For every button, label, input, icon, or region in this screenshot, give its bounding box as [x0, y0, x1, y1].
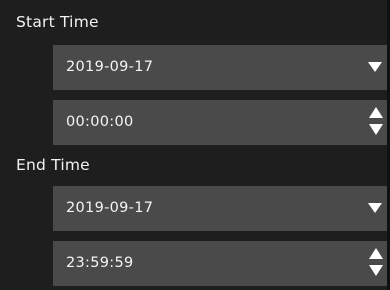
start-time-label: Start Time: [16, 13, 99, 31]
end-time-label: End Time: [16, 156, 90, 174]
spin-up-icon[interactable]: [369, 107, 383, 118]
spin-down-icon[interactable]: [369, 265, 383, 276]
spin-up-icon[interactable]: [369, 248, 383, 259]
start-time-spinner: [369, 105, 383, 140]
chevron-down-icon[interactable]: [368, 203, 382, 213]
end-time-spinner: [369, 246, 383, 281]
start-date-value: 2019-09-17: [66, 59, 154, 75]
start-time-input[interactable]: 00:00:00: [53, 100, 387, 145]
spin-down-icon[interactable]: [369, 124, 383, 135]
end-date-value: 2019-09-17: [66, 200, 154, 216]
start-time-value: 00:00:00: [66, 114, 134, 130]
time-range-panel: Start Time 2019-09-17 00:00:00 End Time …: [0, 0, 390, 290]
chevron-down-icon[interactable]: [368, 62, 382, 72]
start-date-select[interactable]: 2019-09-17: [53, 45, 387, 90]
end-date-select[interactable]: 2019-09-17: [53, 186, 387, 231]
end-time-value: 23:59:59: [66, 255, 134, 271]
end-time-input[interactable]: 23:59:59: [53, 241, 387, 286]
